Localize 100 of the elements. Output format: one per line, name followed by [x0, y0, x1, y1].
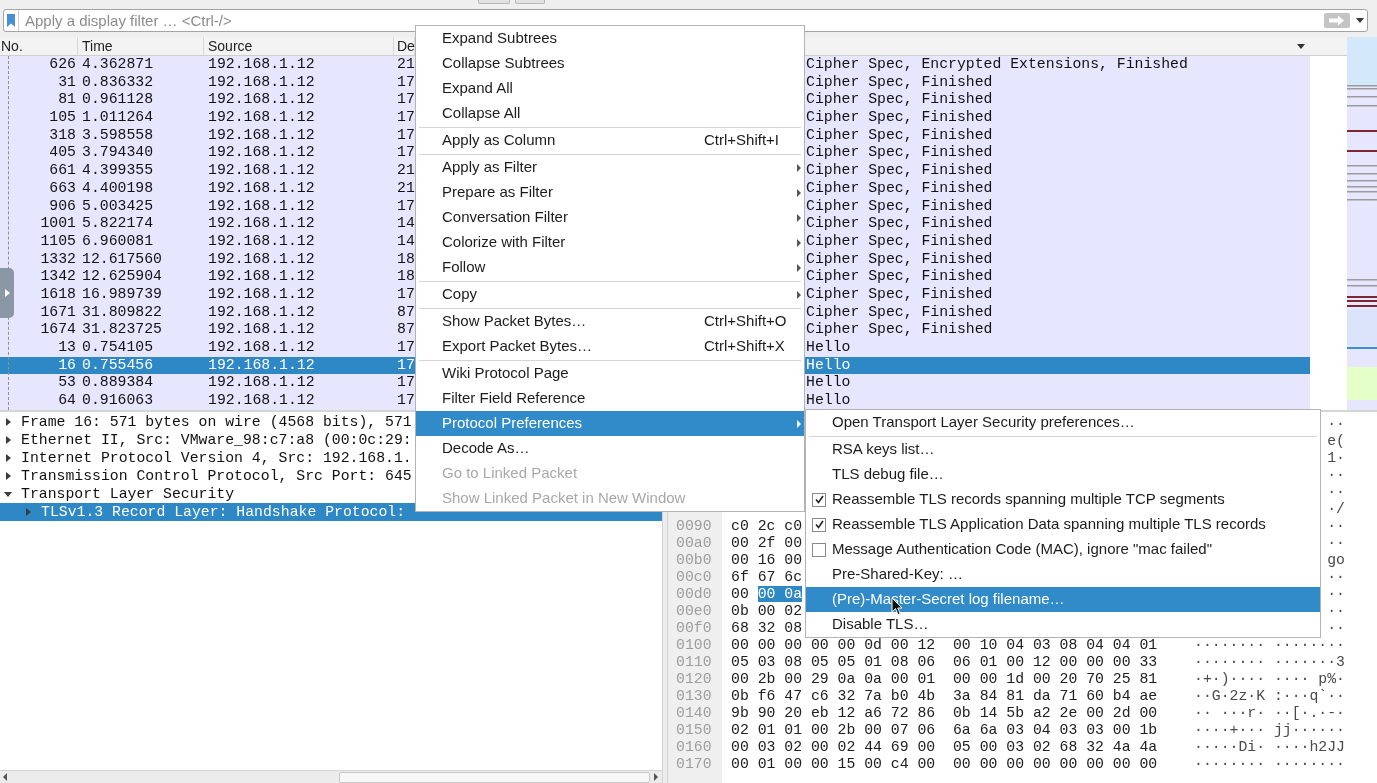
ascii-text: ·····Di· ····h2JJ	[1194, 739, 1345, 755]
packet-info: Cipher Spec, Finished	[806, 250, 993, 267]
hex-bytes: 0b f6 47 c6 32 7a b0 4b 3a 84 81 da 71 60 b4 ae	[731, 688, 1158, 704]
packet-time: 0.755456	[82, 356, 154, 373]
packet-info: Cipher Spec, Finished	[806, 321, 993, 338]
ascii-text: ··	[1327, 603, 1345, 619]
packet-info: Hello	[806, 339, 851, 355]
source-address: 192.168.1.12	[208, 392, 315, 409]
packet-number: 1105	[40, 232, 76, 249]
ascii-text: ····+··· jj······	[1194, 722, 1345, 738]
source-address: 192.168.1.12	[208, 56, 315, 72]
packet-info: Cipher Spec, Finished	[806, 179, 993, 196]
byte-offset: 0130	[676, 688, 712, 704]
destination-address: 18	[397, 268, 415, 285]
destination-address: 17	[397, 197, 415, 214]
source-address: 192.168.1.12	[208, 303, 315, 320]
packet-info: Cipher Spec, Finished	[806, 109, 993, 126]
ascii-text: ··	[1327, 535, 1345, 551]
source-address: 192.168.1.12	[208, 91, 315, 108]
source-address: 192.168.1.12	[208, 285, 315, 302]
packet-info: Cipher Spec, Encrypted Extensions, Finished	[806, 56, 1188, 72]
packet-info: Cipher Spec, Finished	[806, 162, 993, 179]
packet-number: 663	[49, 179, 76, 196]
source-address: 192.168.1.12	[208, 268, 315, 285]
destination-address: 17	[397, 285, 415, 302]
hex-bytes: 00 03 02 00 02 44 69 00 05 00 03 02 68 32 4a 4a	[731, 739, 1158, 755]
packet-time: 12.625904	[82, 268, 162, 285]
source-address: 192.168.1.12	[208, 73, 315, 90]
ascii-text: ········ ·······3	[1194, 654, 1345, 670]
hex-bytes: 05 03 08 05 05 01 08 06 06 01 00 12 00 00 00 33	[731, 654, 1158, 670]
packet-number: 81	[58, 91, 76, 108]
packet-number: 1674	[40, 321, 76, 338]
destination-address: 21	[397, 179, 415, 196]
packet-number: 16	[58, 356, 76, 373]
packet-number: 405	[49, 144, 76, 161]
byte-offset: 0100	[676, 637, 712, 653]
ascii-text: ··	[1327, 416, 1345, 432]
packet-number: 1671	[40, 303, 76, 320]
ascii-text: ········ ········	[1194, 756, 1345, 772]
destination-address: 14	[397, 215, 415, 232]
ascii-text: ··	[1327, 586, 1345, 602]
hex-bytes: 00 2b 00 29 0a 0a 00 01 00 00 1d 00 20 70 25 81	[731, 671, 1158, 687]
packet-time: 31.809822	[82, 303, 162, 320]
byte-offset: 00a0	[676, 535, 712, 551]
destination-address: 17	[397, 356, 415, 373]
hex-bytes: 00 16 00	[731, 552, 803, 568]
packet-info: Hello	[806, 392, 851, 409]
hex-bytes: 00 00 0a	[731, 586, 803, 602]
packet-time: 0.836332	[82, 73, 154, 90]
destination-address: 17	[397, 374, 415, 391]
packet-time: 5.003425	[82, 197, 154, 214]
packet-time: 4.400198	[82, 179, 154, 196]
destination-address: 17	[397, 73, 415, 90]
ascii-text: ·+·)···· ···· p%·	[1194, 671, 1345, 687]
byte-offset: 0090	[676, 518, 712, 534]
keyboard-shortcut: Ctrl+Shift+X	[704, 336, 786, 357]
packet-number: 626	[49, 56, 76, 72]
ascii-text: ··	[1327, 620, 1345, 636]
source-address: 192.168.1.12	[208, 250, 315, 267]
ascii-text: ··	[1327, 569, 1345, 585]
byte-offset: 00d0	[676, 586, 712, 602]
packet-info: Cipher Spec, Finished	[806, 91, 993, 108]
packet-time: 4.362871	[82, 56, 154, 72]
destination-address: 87	[397, 321, 415, 338]
ascii-text: e(	[1327, 433, 1345, 449]
packet-number: 1342	[40, 268, 76, 285]
destination-address: 17	[397, 126, 415, 143]
ascii-text: ··G·2z·K :···q`··	[1194, 688, 1345, 704]
destination-address: 17	[397, 91, 415, 108]
byte-offset: 00c0	[676, 569, 712, 585]
hex-bytes: 0b 00 02	[731, 603, 803, 619]
packet-info: Cipher Spec, Finished	[806, 197, 993, 214]
source-address: 192.168.1.12	[208, 356, 315, 373]
hex-bytes: 9b 90 20 eb 12 a6 72 86 0b 14 5b a2 2e 00 2d 00	[731, 705, 1158, 721]
ascii-text: ·/	[1327, 501, 1345, 517]
byte-offset: 0170	[676, 756, 712, 772]
source-address: 192.168.1.12	[208, 109, 315, 126]
source-address: 192.168.1.12	[208, 144, 315, 161]
packet-number: 1001	[40, 215, 76, 232]
packet-time: 3.794340	[82, 144, 154, 161]
hex-bytes: c0 2c c0	[731, 518, 803, 534]
packet-time: 12.617560	[82, 250, 162, 267]
source-address: 192.168.1.12	[208, 339, 315, 355]
packet-info: Cipher Spec, Finished	[806, 215, 993, 232]
packet-time: 6.960081	[82, 232, 154, 249]
hex-bytes: 00 01 00 00 15 00 c4 00 00 00 00 00 00 00 00 00	[731, 756, 1158, 772]
destination-address: 14	[397, 232, 415, 249]
source-address: 192.168.1.12	[208, 162, 315, 179]
packet-time: 0.961128	[82, 91, 154, 108]
byte-offset: 0110	[676, 654, 712, 670]
source-address: 192.168.1.12	[208, 374, 315, 391]
destination-address: 17	[397, 339, 415, 355]
byte-offset: 00b0	[676, 552, 712, 568]
packet-time: 5.822174	[82, 215, 154, 232]
ascii-text: ········ ········	[1194, 637, 1345, 653]
packet-time: 1.011264	[82, 109, 154, 126]
source-address: 192.168.1.12	[208, 179, 315, 196]
packet-time: 0.754105	[82, 339, 154, 355]
destination-address: 18	[397, 250, 415, 267]
packet-number: 13	[58, 339, 76, 355]
